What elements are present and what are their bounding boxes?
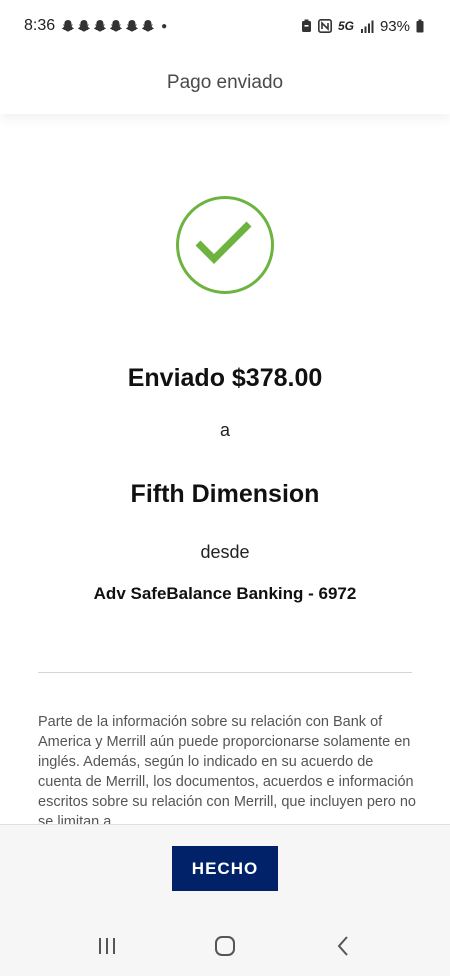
notification-icons: ●	[61, 19, 167, 33]
home-button[interactable]	[205, 926, 245, 966]
battery-percent: 93%	[379, 17, 410, 35]
divider	[38, 672, 412, 673]
back-icon	[337, 936, 348, 956]
snapchat-icon	[62, 20, 74, 32]
snapchat-icon	[94, 20, 106, 32]
source-account: Adv SafeBalance Banking - 6972	[93, 584, 357, 603]
success-checkmark-icon	[176, 196, 274, 294]
network-type: 5G	[337, 19, 354, 33]
snapchat-icon	[78, 20, 90, 32]
nfc-icon	[317, 19, 332, 33]
recent-apps-button[interactable]	[87, 926, 127, 966]
battery-icon	[416, 19, 424, 33]
battery-saver-icon	[301, 19, 311, 32]
more-notifications-dot-icon: ●	[161, 20, 168, 32]
sent-amount: Enviado $378.00	[127, 364, 323, 392]
system-navigation-bar	[0, 916, 450, 976]
status-left: 8:36 ●	[24, 17, 167, 35]
status-time: 8:36	[24, 17, 56, 34]
page-title: Pago enviado	[166, 72, 284, 93]
snapchat-icon	[110, 20, 122, 32]
page-header: Pago enviado	[0, 52, 450, 114]
home-icon	[215, 936, 235, 956]
disclaimer-text: Parte de la información sobre su relació…	[38, 714, 416, 824]
confirmation-content[interactable]: Enviado $378.00 a Fifth Dimension desde …	[0, 114, 450, 824]
status-bar: 8:36 ● 5G 93%	[0, 0, 450, 52]
payee-name: Fifth Dimension	[130, 480, 320, 508]
recent-apps-icon	[99, 938, 115, 954]
status-right: 5G 93%	[301, 18, 424, 35]
signal-icon	[360, 20, 374, 33]
done-button[interactable]: HECHO	[172, 846, 278, 891]
to-connector: a	[219, 420, 230, 440]
snapchat-icon	[142, 20, 154, 32]
back-button[interactable]	[323, 926, 363, 966]
from-connector: desde	[200, 542, 250, 562]
footer-bar: HECHO	[0, 824, 450, 916]
snapchat-icon	[126, 20, 138, 32]
